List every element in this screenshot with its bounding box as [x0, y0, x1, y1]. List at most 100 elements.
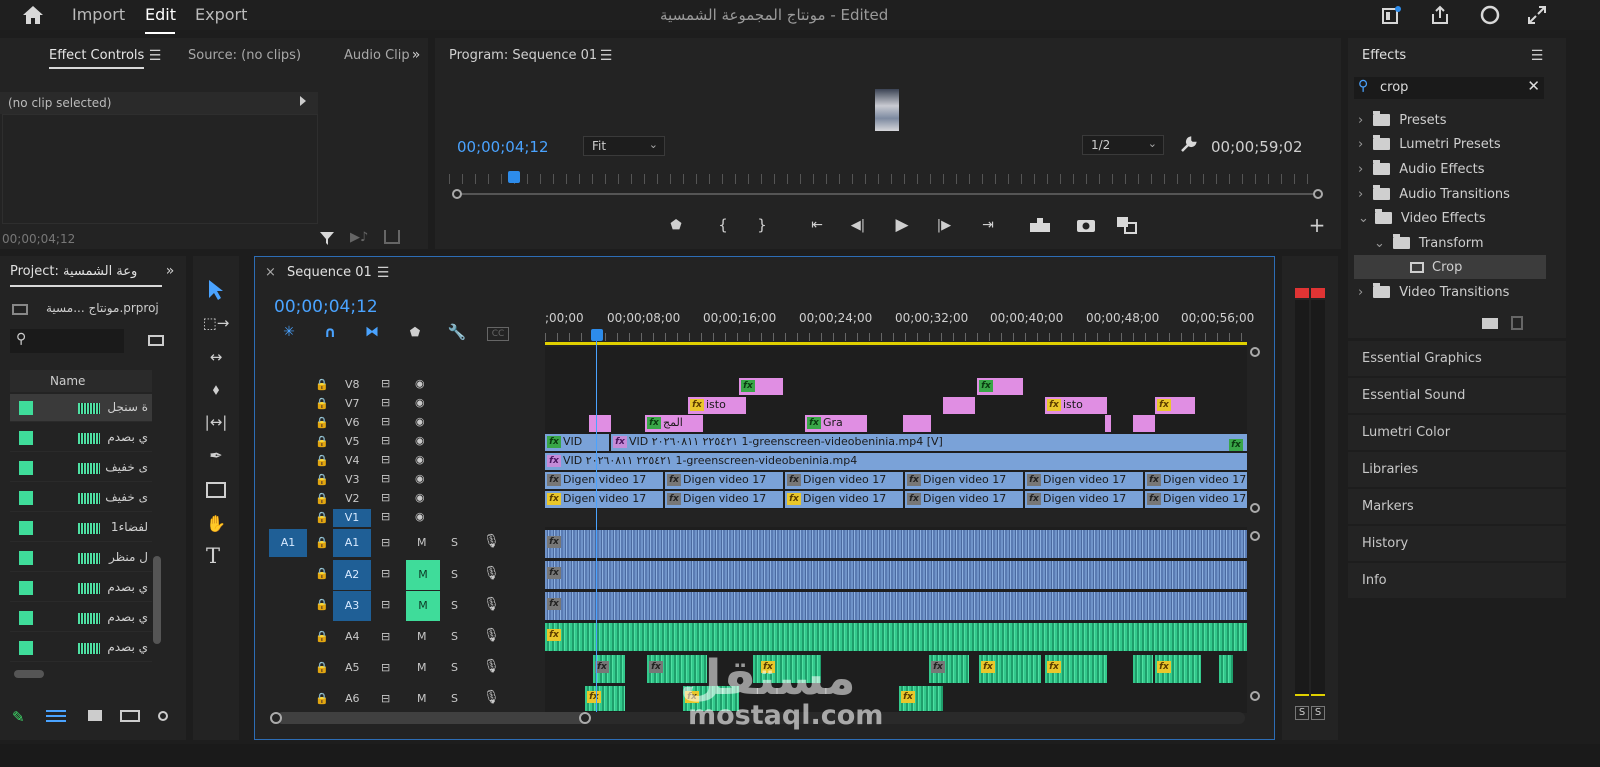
clip-v7[interactable]: fx isto: [1045, 397, 1107, 414]
meter-solo-right[interactable]: S: [1311, 706, 1325, 720]
audio-clip-a5[interactable]: [1219, 655, 1233, 683]
tree-item-presets[interactable]: › Presets: [1358, 108, 1558, 132]
tree-item-transform[interactable]: ⌄ Transform: [1374, 231, 1574, 255]
tree-item-video-effects[interactable]: ⌄ Video Effects: [1358, 206, 1558, 230]
project-tab[interactable]: Project: وعة الشمسية: [10, 264, 137, 279]
lock-icon[interactable]: 🔒: [315, 473, 329, 486]
effects-menu-icon[interactable]: ☰: [1530, 48, 1544, 64]
panel-menu-icon[interactable]: ☰: [148, 48, 162, 64]
vertical-scroll-video[interactable]: [1250, 503, 1260, 513]
track-label-v5[interactable]: V5: [345, 435, 360, 448]
sync-lock-icon[interactable]: ⊟: [381, 567, 390, 580]
nav-import[interactable]: Import: [72, 5, 125, 24]
mark-in-icon[interactable]: {: [714, 216, 732, 234]
eye-icon[interactable]: ◉: [415, 453, 425, 466]
clip-v6[interactable]: fx المج: [645, 415, 703, 432]
filter-icon[interactable]: [318, 230, 336, 246]
audio-clip-a6[interactable]: fx: [585, 686, 625, 711]
export-clip-icon[interactable]: [384, 230, 400, 244]
add-marker-icon[interactable]: ⬟: [407, 323, 423, 341]
zoom-handle-left[interactable]: [452, 189, 462, 199]
fit-dropdown[interactable]: Fit ⌄: [583, 136, 665, 156]
solo-button[interactable]: S: [451, 536, 458, 549]
add-marker-icon[interactable]: ⬟: [667, 216, 685, 234]
clip-v6[interactable]: [589, 415, 611, 432]
wrench-icon[interactable]: [1178, 135, 1198, 155]
clip-v2[interactable]: fx Digen video 17: [1025, 491, 1143, 508]
audio-clip-a3[interactable]: fx: [545, 592, 1247, 620]
expand-arrow-icon[interactable]: [300, 96, 306, 106]
clip-v3[interactable]: fx Digen video 17: [665, 472, 783, 489]
sync-lock-icon[interactable]: ⊟: [381, 536, 390, 549]
play-audio-icon[interactable]: ▶♪: [350, 230, 368, 245]
sync-lock-icon[interactable]: ⊟: [381, 377, 390, 390]
effects-search-box[interactable]: ⚲ crop ✕: [1354, 77, 1544, 99]
play-icon[interactable]: ▶: [891, 215, 913, 235]
new-bin-icon[interactable]: [1482, 318, 1498, 329]
track-label-v3[interactable]: V3: [345, 473, 360, 486]
panel-markers[interactable]: Markers: [1348, 489, 1566, 524]
lock-icon[interactable]: 🔒: [315, 435, 329, 448]
sequence-tab[interactable]: Sequence 01: [287, 265, 372, 280]
sequence-menu-icon[interactable]: ☰: [376, 265, 390, 281]
add-button-icon[interactable]: +: [1307, 213, 1327, 237]
mark-out-icon[interactable]: }: [753, 216, 771, 234]
project-scrollbar[interactable]: [153, 556, 161, 644]
list-item[interactable]: ى خفيف: [10, 454, 152, 482]
share-icon[interactable]: [1428, 3, 1452, 27]
column-name-label[interactable]: Name: [50, 374, 85, 388]
panel-lumetri-color[interactable]: Lumetri Color: [1348, 415, 1566, 450]
eye-icon[interactable]: ◉: [415, 472, 425, 485]
clip-v8[interactable]: fx: [977, 378, 1023, 395]
meter-solo-left[interactable]: S: [1295, 706, 1309, 720]
list-item[interactable]: لفضاء1: [10, 514, 152, 542]
eye-icon[interactable]: ◉: [415, 491, 425, 504]
hscroll-handle-left[interactable]: [270, 712, 282, 724]
workspace-icon[interactable]: [1380, 4, 1404, 26]
program-timecode[interactable]: 00;00;04;12: [457, 138, 549, 156]
track-label-v1[interactable]: V1: [333, 509, 371, 527]
step-back-icon[interactable]: ◀|: [848, 216, 868, 234]
comparison-view-icon[interactable]: [1115, 215, 1139, 235]
audio-clip-a5[interactable]: fx: [1155, 655, 1201, 683]
ripple-edit-tool-icon[interactable]: ↔: [204, 346, 228, 368]
home-icon[interactable]: [20, 4, 46, 26]
list-item[interactable]: ي بصدم: [10, 574, 152, 602]
tree-item-audio-transitions[interactable]: › Audio Transitions: [1358, 182, 1558, 206]
microphone-icon[interactable]: 🎙: [483, 628, 500, 643]
resolution-dropdown[interactable]: 1/2 ⌄: [1082, 135, 1164, 155]
sync-lock-icon[interactable]: ⊟: [381, 661, 390, 674]
mute-button[interactable]: M: [406, 560, 440, 590]
clip-v6[interactable]: [1133, 415, 1155, 432]
lock-icon[interactable]: 🔒: [315, 630, 329, 643]
program-menu-icon[interactable]: ☰: [599, 48, 613, 64]
track-label-a1[interactable]: A1: [333, 529, 371, 557]
sync-lock-icon[interactable]: ⊟: [381, 692, 390, 705]
panel-info[interactable]: Info: [1348, 563, 1566, 598]
track-select-tool-icon[interactable]: ⬚→: [203, 312, 230, 334]
razor-tool-icon[interactable]: ⬧: [204, 378, 228, 400]
clip-v7[interactable]: fx: [1155, 397, 1195, 414]
audio-clip-a1[interactable]: fx: [545, 530, 1247, 558]
panel-essential-graphics[interactable]: Essential Graphics: [1348, 341, 1566, 376]
clip-v2[interactable]: fx Digen video 17: [785, 491, 903, 508]
mute-button[interactable]: M: [417, 536, 427, 549]
vertical-scroll-bottom[interactable]: [1250, 691, 1260, 701]
solo-button[interactable]: S: [451, 692, 458, 705]
lock-icon[interactable]: 🔒: [315, 378, 329, 391]
project-hscroll[interactable]: [14, 670, 44, 678]
sync-lock-icon[interactable]: ⊟: [381, 491, 390, 504]
list-item[interactable]: ي بصدم: [10, 634, 152, 662]
track-label-a4[interactable]: A4: [345, 630, 360, 643]
tab-audio-clip[interactable]: Audio Clip: [344, 48, 410, 63]
hscroll-handle-right[interactable]: [579, 712, 591, 724]
clear-search-icon[interactable]: ✕: [1527, 77, 1540, 95]
clip-v3[interactable]: fx Digen video 17: [785, 472, 903, 489]
track-label-v4[interactable]: V4: [345, 454, 360, 467]
linked-selection-icon[interactable]: ⧓: [363, 323, 381, 341]
audio-clip-a5[interactable]: fx: [979, 655, 1041, 683]
program-ruler[interactable]: [449, 174, 1319, 184]
solo-button[interactable]: S: [451, 661, 458, 674]
tree-item-video-transitions[interactable]: › Video Transitions: [1358, 280, 1558, 304]
list-item[interactable]: ة سنجل: [10, 394, 152, 422]
